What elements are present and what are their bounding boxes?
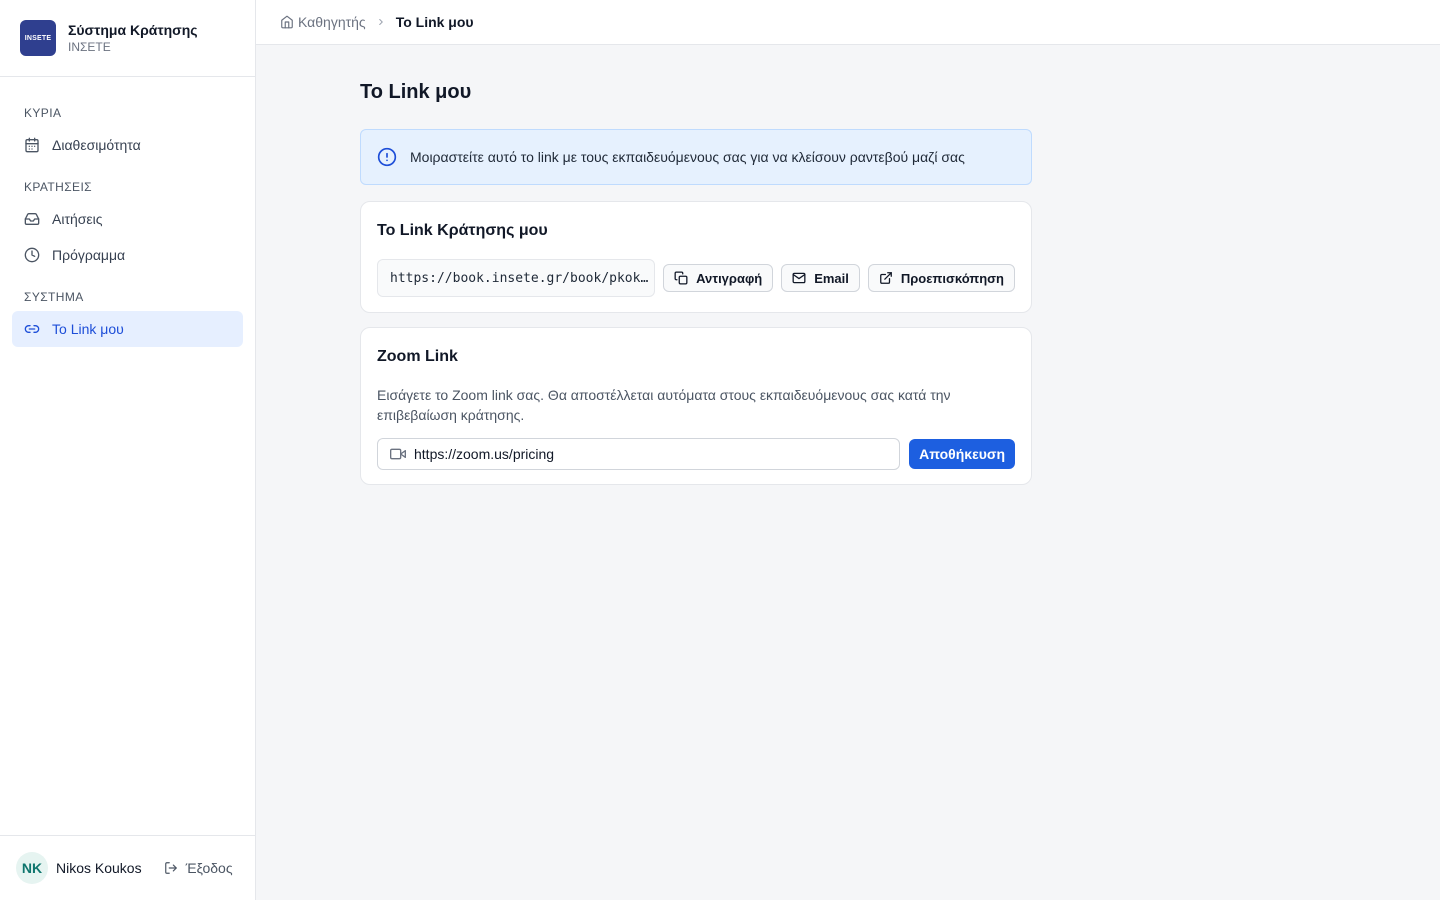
sidebar-nav: ΚΥΡΙΑ Διαθεσιμότητα ΚΡΑΤΗΣΕΙΣ Αιτήσεις Π… <box>0 77 255 347</box>
calendar-icon <box>24 137 40 153</box>
sidebar: INSETE Σύστημα Κράτησης ΙΝΣΕΤΕ ΚΥΡΙΑ Δια… <box>0 0 256 900</box>
copy-icon <box>674 271 688 285</box>
brand-header: INSETE Σύστημα Κράτησης ΙΝΣΕΤΕ <box>0 0 255 77</box>
topbar: Καθηγητής Το Link μου <box>256 0 1440 45</box>
sidebar-item-availability[interactable]: Διαθεσιμότητα <box>12 127 243 163</box>
mail-icon <box>792 271 806 285</box>
main-content: Το Link μου Μοιραστείτε αυτό το link με … <box>360 45 1032 485</box>
email-button-label: Email <box>814 270 849 286</box>
booking-link-title: Το Link Κράτησης μου <box>377 222 548 239</box>
info-text: Μοιραστείτε αυτό το link με τους εκπαιδε… <box>410 149 965 165</box>
sidebar-item-label: Αιτήσεις <box>52 211 103 227</box>
copy-button-label: Αντιγραφή <box>696 270 763 286</box>
home-icon <box>280 15 294 29</box>
nav-section-bookings: ΚΡΑΤΗΣΕΙΣ Αιτήσεις Πρόγραμμα <box>12 179 243 273</box>
preview-button[interactable]: Προεπισκόπηση <box>867 264 1015 292</box>
logout-icon <box>164 861 178 875</box>
sidebar-item-my-link[interactable]: Το Link μου <box>12 311 243 347</box>
sidebar-item-requests[interactable]: Αιτήσεις <box>12 201 243 237</box>
nav-section-label: ΣΥΣΤΗΜΑ <box>24 290 84 304</box>
zoom-link-row: Αποθήκευση <box>377 438 1015 470</box>
brand-subtitle: ΙΝΣΕΤΕ <box>68 40 111 54</box>
zoom-link-title: Zoom Link <box>377 348 458 365</box>
info-icon <box>377 147 397 167</box>
zoom-link-input[interactable] <box>414 446 894 462</box>
breadcrumb-home[interactable]: Καθηγητής <box>280 14 366 30</box>
sidebar-item-schedule[interactable]: Πρόγραμμα <box>12 237 243 273</box>
video-icon <box>390 446 406 462</box>
clock-icon <box>24 247 40 263</box>
copy-button[interactable]: Αντιγραφή <box>663 264 774 292</box>
avatar: NK <box>16 852 48 884</box>
preview-button-label: Προεπισκόπηση <box>900 270 1004 286</box>
nav-section-label: ΚΡΑΤΗΣΕΙΣ <box>24 180 93 194</box>
page-title: Το Link μου <box>360 81 472 103</box>
nav-section-main: ΚΥΡΙΑ Διαθεσιμότητα <box>12 105 243 163</box>
nav-section-label: ΚΥΡΙΑ <box>24 106 62 120</box>
zoom-input-wrapper <box>377 438 901 470</box>
breadcrumb-current: Το Link μου <box>395 14 474 30</box>
brand-text: Σύστημα Κράτησης ΙΝΣΕΤΕ <box>68 21 198 55</box>
save-button[interactable]: Αποθήκευση <box>909 439 1015 469</box>
booking-link-row: https://book.insete.gr/book/pkokkalis Αν… <box>377 259 1015 297</box>
user-name: Nikos Koukos <box>56 860 142 876</box>
zoom-link-description: Εισάγετε το Zoom link σας. Θα αποστέλλετ… <box>377 387 951 423</box>
user-bar: NK Nikos Koukos Έξοδος <box>0 835 255 900</box>
sidebar-item-label: Πρόγραμμα <box>52 247 126 263</box>
email-button[interactable]: Email <box>781 264 860 292</box>
zoom-link-card: Zoom Link Εισάγετε το Zoom link σας. Θα … <box>360 327 1032 485</box>
booking-link-url[interactable]: https://book.insete.gr/book/pkokkalis <box>377 259 656 297</box>
booking-link-url-text: https://book.insete.gr/book/pkokkalis <box>390 270 655 286</box>
booking-link-card: Το Link Κράτησης μου https://book.insete… <box>360 201 1032 313</box>
breadcrumb-home-label: Καθηγητής <box>298 14 366 30</box>
sidebar-item-label: Διαθεσιμότητα <box>52 137 141 153</box>
chevron-right-icon <box>376 17 386 27</box>
link-icon <box>24 321 40 337</box>
sidebar-item-label: Το Link μου <box>52 321 124 337</box>
brand-title: Σύστημα Κράτησης <box>68 22 198 38</box>
info-banner: Μοιραστείτε αυτό το link με τους εκπαιδε… <box>360 129 1032 185</box>
logout-label: Έξοδος <box>185 860 233 876</box>
logout-button[interactable]: Έξοδος <box>164 860 233 876</box>
nav-section-system: ΣΥΣΤΗΜΑ Το Link μου <box>12 289 243 347</box>
brand-logo: INSETE <box>20 20 56 56</box>
inbox-icon <box>24 211 40 227</box>
external-link-icon <box>879 271 893 285</box>
